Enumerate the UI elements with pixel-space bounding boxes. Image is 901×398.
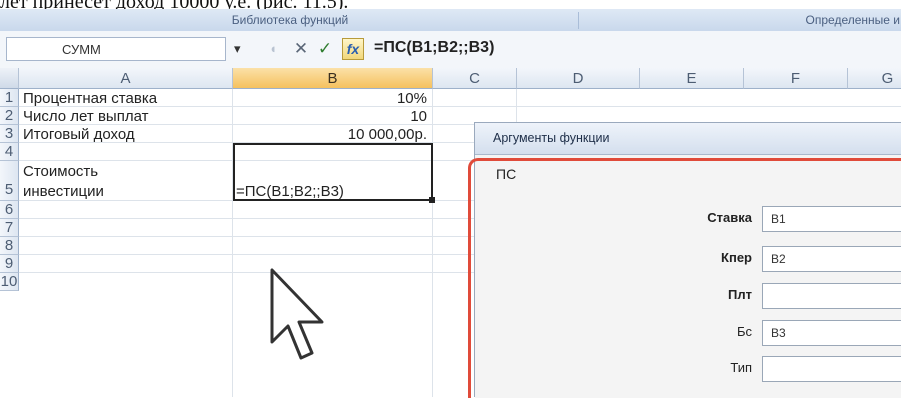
column-header-c[interactable]: C [433,68,517,89]
cell-a5-line1[interactable]: Стоимость [23,163,98,180]
cell-b2[interactable]: 10 [240,108,427,125]
select-all-corner[interactable] [0,68,19,89]
ribbon-group-function-library[interactable]: Библиотека функций [10,12,570,29]
cell-a5-line2[interactable]: инвестиции [23,183,104,200]
row-header-7[interactable]: 7 [0,219,19,237]
arg-label-rate: Ставка [707,210,752,225]
arg-input-nper[interactable]: B2 [762,246,901,272]
name-box[interactable]: СУММ [6,37,226,61]
arg-label-type: Тип [730,360,752,375]
formula-bar: СУММ ▾ ◖ ✕ ✓ fx =ПС(B1;B2;;B3) [0,31,901,69]
dialog-title-bar[interactable]: Аргументы функции [475,123,901,155]
resize-handle-icon: ◖ [269,41,277,56]
cancel-icon[interactable]: ✕ [290,38,312,60]
insert-function-button[interactable]: fx [342,38,364,60]
arg-input-rate[interactable]: B1 [762,206,901,232]
column-header-a[interactable]: A [19,68,233,89]
row-header-8[interactable]: 8 [0,237,19,255]
cell-b1[interactable]: 10% [240,90,427,107]
cell-a1[interactable]: Процентная ставка [23,90,157,107]
column-header-g[interactable]: G [848,68,901,89]
chevron-down-icon[interactable]: ▾ [234,41,241,57]
arg-input-type[interactable] [762,356,901,382]
ribbon-group-defined-names[interactable]: Определенные и [590,12,900,29]
name-box-value: СУММ [62,42,101,57]
arg-label-row-3: Плт [662,287,752,307]
arg-label-row-4: Бс [662,324,752,344]
arg-label-row-5: Тип [662,360,752,380]
ribbon-group-strip: Библиотека функций Определенные и [0,9,901,32]
mouse-pointer-icon [270,268,324,360]
row-header-1[interactable]: 1 [0,89,19,107]
column-header-f[interactable]: F [744,68,848,89]
column-header-e[interactable]: E [640,68,744,89]
column-header-d[interactable]: D [517,68,640,89]
arg-input-fv[interactable]: B3 [762,320,901,346]
cell-a2[interactable]: Число лет выплат [23,108,148,125]
active-cell-border [233,143,433,201]
fill-handle[interactable] [429,197,435,203]
arg-label-pmt: Плт [728,287,752,302]
arg-label-fv: Бс [736,324,752,339]
row-header-3[interactable]: 3 [0,125,19,143]
row-header-10[interactable]: 10 [0,273,19,291]
enter-check-icon[interactable]: ✓ [314,38,336,60]
cell-a3[interactable]: Итоговый доход [23,126,135,143]
row-header-9[interactable]: 9 [0,255,19,273]
row-header-2[interactable]: 2 [0,107,19,125]
dialog-title: Аргументы функции [493,131,610,145]
cell-b3[interactable]: 10 000,00р. [240,126,427,143]
row-header-5[interactable]: 5 [0,161,19,201]
arg-label-nper: Кпер [721,250,752,265]
row-header-6[interactable]: 6 [0,201,19,219]
arg-label-row-2: Кпер [662,250,752,270]
arg-label-row-1: Ставка [662,210,752,230]
formula-input[interactable]: =ПС(B1;B2;;B3) [374,39,494,57]
column-header-b[interactable]: B [233,68,433,89]
function-name-label: ПС [496,166,517,182]
arg-input-pmt[interactable] [762,283,901,309]
row-header-4[interactable]: 4 [0,143,19,161]
